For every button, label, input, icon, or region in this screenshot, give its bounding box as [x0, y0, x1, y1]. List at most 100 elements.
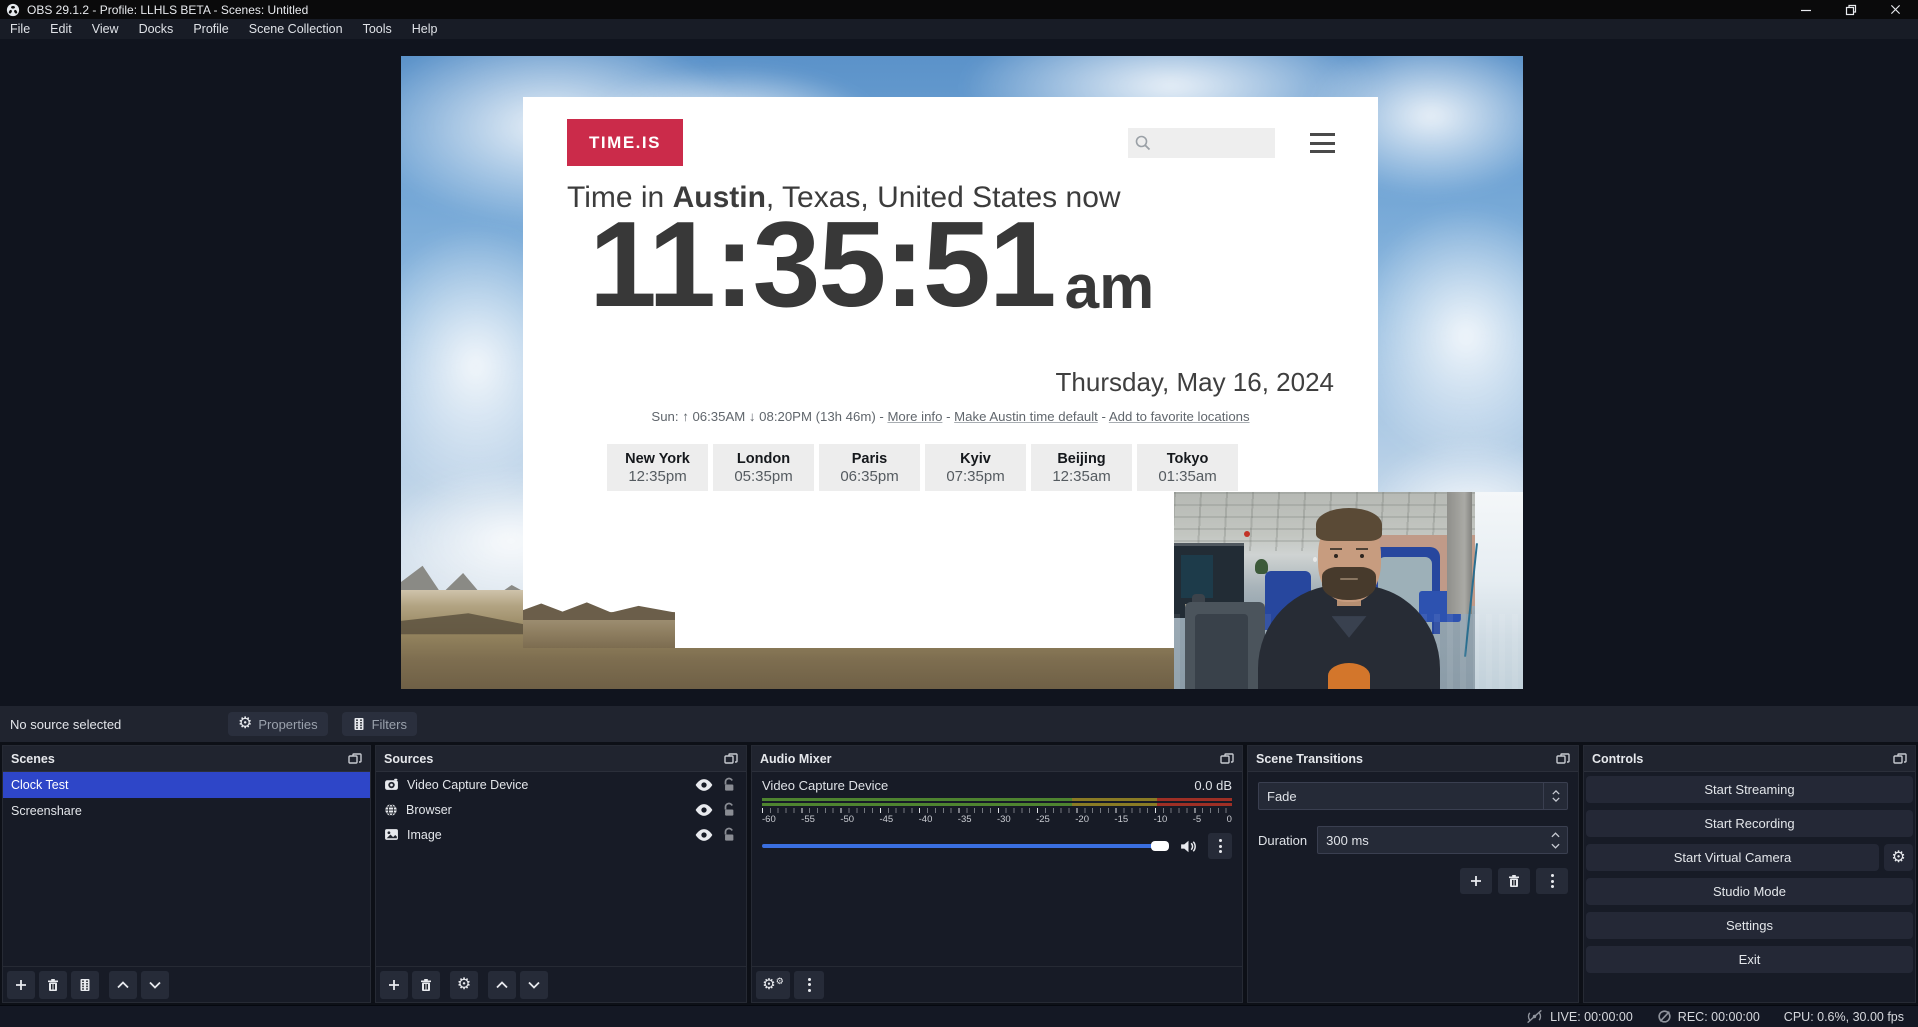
scene-item-screenshare[interactable]: Screenshare [3, 798, 370, 824]
status-bar: LIVE: 00:00:00 REC: 00:00:00 CPU: 0.6%, … [0, 1005, 1918, 1027]
menu-help[interactable]: Help [402, 19, 448, 39]
visibility-eye-icon[interactable] [694, 778, 714, 792]
chevron-down-icon [148, 981, 162, 989]
source-move-up-button[interactable] [488, 971, 516, 999]
scene-filters-button[interactable] [71, 971, 99, 999]
properties-button[interactable]: ⚙ Properties [228, 712, 328, 736]
source-properties-button[interactable]: ⚙ [450, 971, 478, 999]
timeis-search-box [1128, 128, 1275, 158]
cpu-status: CPU: 0.6%, 30.00 fps [1784, 1010, 1904, 1024]
filters-button[interactable]: Filters [342, 712, 417, 736]
mixer-menu-button[interactable] [794, 971, 824, 999]
scene-item-clock-test[interactable]: Clock Test [3, 772, 370, 798]
scenes-toolbar [3, 966, 370, 1002]
menu-scene-collection[interactable]: Scene Collection [239, 19, 353, 39]
timeis-sun-line: Sun: ↑ 06:35AM ↓ 08:20PM (13h 46m) - Mor… [523, 409, 1378, 424]
source-item-video-capture[interactable]: Video Capture Device [376, 772, 746, 797]
filters-icon [78, 978, 92, 992]
menu-tools[interactable]: Tools [353, 19, 402, 39]
desert-foreground-patch [523, 612, 675, 648]
visibility-eye-icon[interactable] [694, 803, 714, 817]
controls-header: Controls [1584, 746, 1915, 772]
audio-level-db: 0.0 dB [1194, 778, 1232, 793]
restore-button[interactable] [1828, 0, 1873, 19]
webcam-video-source[interactable] [1174, 492, 1523, 689]
advanced-audio-button[interactable]: ⚙⚙ [756, 971, 790, 999]
exit-button[interactable]: Exit [1586, 946, 1913, 973]
double-gear-icon: ⚙⚙ [762, 977, 784, 992]
visibility-eye-icon[interactable] [694, 828, 714, 842]
source-item-browser[interactable]: Browser [376, 797, 746, 822]
chevron-down-icon [1551, 843, 1560, 849]
volume-slider-handle[interactable] [1151, 841, 1169, 851]
remove-source-button[interactable] [412, 971, 440, 999]
start-recording-button[interactable]: Start Recording [1586, 810, 1913, 837]
select-spinner[interactable] [1543, 783, 1567, 809]
trash-icon [46, 978, 60, 992]
close-button[interactable] [1873, 0, 1918, 19]
popout-icon[interactable] [724, 753, 738, 765]
stream-inactive-icon [1525, 1009, 1544, 1024]
gear-icon: ⚙ [238, 716, 252, 732]
volume-meter [762, 798, 1232, 801]
scene-transitions-header: Scene Transitions [1248, 746, 1578, 772]
sources-title: Sources [384, 752, 433, 766]
trash-icon [419, 978, 433, 992]
hamburger-menu-icon [1310, 133, 1335, 153]
remove-transition-button[interactable] [1498, 868, 1530, 894]
camera-icon [384, 778, 399, 791]
source-status-text: No source selected [10, 717, 228, 732]
audio-mixer-header: Audio Mixer [752, 746, 1242, 772]
scene-move-up-button[interactable] [109, 971, 137, 999]
volume-meter [762, 803, 1232, 806]
lock-icon[interactable] [722, 777, 736, 792]
chevron-up-icon [116, 981, 130, 989]
minimize-button[interactable] [1783, 0, 1828, 19]
make-default-link: Make Austin time default [954, 409, 1098, 424]
lock-icon[interactable] [722, 827, 736, 842]
menu-docks[interactable]: Docks [129, 19, 184, 39]
studio-mode-button[interactable]: Studio Mode [1586, 878, 1913, 905]
add-scene-button[interactable] [7, 971, 35, 999]
chevron-up-icon [495, 981, 509, 989]
menu-edit[interactable]: Edit [40, 19, 82, 39]
menu-profile[interactable]: Profile [183, 19, 238, 39]
popout-icon[interactable] [1220, 753, 1234, 765]
volume-slider[interactable] [762, 844, 1169, 848]
menu-view[interactable]: View [82, 19, 129, 39]
scenes-panel: Scenes Clock Test Screenshare [2, 745, 371, 1003]
popout-icon[interactable] [1556, 753, 1570, 765]
globe-icon [384, 803, 398, 817]
settings-button[interactable]: Settings [1586, 912, 1913, 939]
more-info-link: More info [887, 409, 942, 424]
duration-spinbox[interactable]: 300 ms [1317, 826, 1568, 854]
scene-move-down-button[interactable] [141, 971, 169, 999]
sources-list: Video Capture Device Browser Image [376, 772, 746, 847]
popout-icon[interactable] [348, 753, 362, 765]
virtual-camera-config-button[interactable]: ⚙ [1884, 844, 1913, 871]
sources-panel-header: Sources [376, 746, 746, 772]
transition-select[interactable]: Fade [1258, 782, 1568, 810]
speaker-icon[interactable] [1179, 839, 1198, 854]
source-item-image[interactable]: Image [376, 822, 746, 847]
remove-scene-button[interactable] [39, 971, 67, 999]
image-icon [384, 828, 399, 841]
controls-panel: Controls Start Streaming Start Recording… [1583, 745, 1916, 1003]
duration-spinner[interactable] [1543, 832, 1567, 849]
popout-icon[interactable] [1893, 753, 1907, 765]
transition-menu-button[interactable] [1536, 868, 1568, 894]
scene-transitions-panel: Scene Transitions Fade Duration 300 ms [1247, 745, 1579, 1003]
channel-menu-button[interactable] [1208, 833, 1232, 859]
source-move-down-button[interactable] [520, 971, 548, 999]
add-source-button[interactable] [380, 971, 408, 999]
add-transition-button[interactable] [1460, 868, 1492, 894]
chevron-up-icon [1551, 832, 1560, 838]
duration-value: 300 ms [1318, 833, 1543, 848]
start-streaming-button[interactable]: Start Streaming [1586, 776, 1913, 803]
menu-file[interactable]: File [0, 19, 40, 39]
start-virtual-camera-button[interactable]: Start Virtual Camera [1586, 844, 1879, 871]
preview-canvas[interactable]: TIME.IS Time in Austin, Texas, United St… [401, 56, 1523, 689]
lock-icon[interactable] [722, 802, 736, 817]
audio-channel: Video Capture Device 0.0 dB -60 -55 -50 … [752, 772, 1242, 859]
city-newyork: New York 12:35pm [607, 444, 708, 491]
